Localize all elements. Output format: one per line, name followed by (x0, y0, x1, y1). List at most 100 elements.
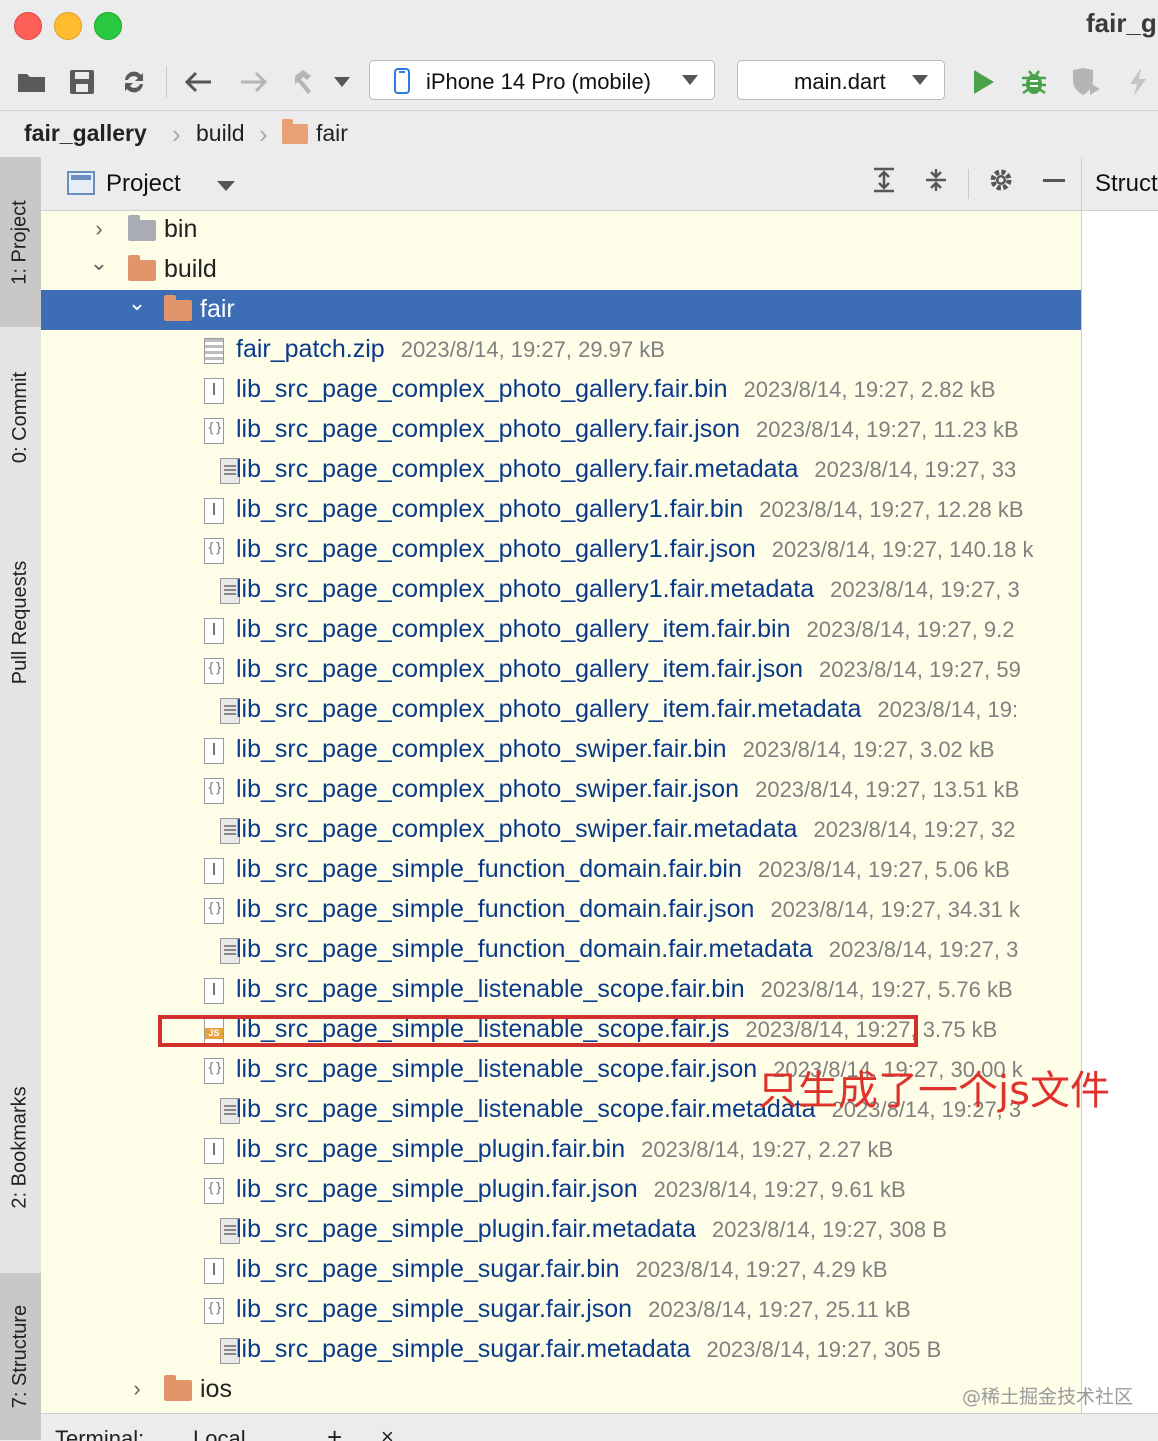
tree-file-row[interactable]: lib_src_page_simple_function_domain.fair… (41, 930, 1081, 970)
tree-item-meta: 2023/8/14, 19:27, 5.76 kB (760, 977, 1013, 1002)
breadcrumb: fair_gallery › build › fair (0, 111, 1158, 158)
profile-icon[interactable] (1070, 66, 1102, 98)
zoom-window-button[interactable] (94, 12, 122, 40)
chevron-down-icon[interactable]: ⌄ (127, 290, 147, 316)
tree-item-label: lib_src_page_complex_photo_gallery1.fair… (236, 575, 1020, 604)
tree-file-row[interactable]: lib_src_page_simple_listenable_scope.fai… (41, 970, 1081, 1010)
tree-folder-row[interactable]: › ios (41, 1370, 1081, 1410)
tree-item-meta: 2023/8/14, 19:27, 305 B (706, 1337, 942, 1362)
run-config-selector[interactable]: main.dart (737, 60, 945, 100)
tree-item-label: lib_src_page_simple_listenable_scope.fai… (236, 975, 1013, 1004)
bottom-tool-bar: Terminal: Local + × (41, 1413, 1158, 1441)
tree-file-row[interactable]: lib_src_page_simple_sugar.fair.metadata 2… (41, 1330, 1081, 1370)
bin-file-icon (204, 858, 224, 884)
tree-item-meta: 2023/8/14, 19:27, 4.29 kB (635, 1257, 888, 1282)
chevron-down-icon[interactable]: ⌄ (89, 250, 109, 276)
tree-folder-row[interactable]: › bin (41, 210, 1081, 250)
tree-file-row[interactable]: lib_src_page_complex_photo_swiper.fair.j… (41, 770, 1081, 810)
tree-file-row[interactable]: lib_src_page_complex_photo_swiper.fair.b… (41, 730, 1081, 770)
tree-item-meta: 2023/8/14, 19:27, 308 B (712, 1217, 947, 1242)
structure-panel-title[interactable]: Struct (1095, 170, 1158, 198)
tree-file-row[interactable]: lib_src_page_complex_photo_gallery_item.… (41, 650, 1081, 690)
add-tab-icon[interactable]: + (327, 1422, 342, 1441)
close-icon[interactable]: × (381, 1424, 394, 1441)
chevron-right-icon[interactable]: › (89, 216, 109, 242)
tree-item-name: lib_src_page_complex_photo_gallery_item.… (236, 655, 804, 683)
zip-file-icon (204, 338, 224, 364)
hammer-build-icon[interactable] (290, 66, 322, 98)
tree-item-label: bin (164, 215, 197, 244)
tree-item-name: lib_src_page_complex_photo_gallery_item.… (236, 615, 791, 643)
folder-icon (164, 295, 192, 321)
tree-item-name: lib_src_page_simple_plugin.fair.bin (236, 1135, 626, 1163)
tool-tab-project[interactable]: 1: Project (0, 157, 41, 327)
tree-file-row[interactable]: lib_src_page_complex_photo_swiper.fair.m… (41, 810, 1081, 850)
sync-icon[interactable] (118, 66, 150, 98)
tool-tab-structure[interactable]: 7: Structure (0, 1273, 41, 1440)
chevron-right-icon[interactable]: › (127, 1376, 147, 1402)
tree-file-row[interactable]: lib_src_page_simple_sugar.fair.bin 2023/8… (41, 1250, 1081, 1290)
tree-item-name: fair_patch.zip (236, 335, 385, 363)
forward-arrow-icon[interactable] (237, 66, 269, 98)
device-selector[interactable]: iPhone 14 Pro (mobile) (369, 60, 715, 100)
tree-item-name: lib_src_page_complex_photo_gallery1.fair… (236, 575, 815, 603)
back-arrow-icon[interactable] (183, 66, 215, 98)
tool-tab-project-label: 1: Project (9, 199, 32, 285)
tree-file-row[interactable]: lib_src_page_complex_photo_gallery.fair.… (41, 370, 1081, 410)
tree-file-row[interactable]: fair_patch.zip 2023/8/14, 19:27, 29.97 kB (41, 330, 1081, 370)
tree-item-name: lib_src_page_complex_photo_gallery.fair.… (236, 415, 741, 443)
tree-folder-row[interactable]: ⌄ fair (41, 290, 1081, 330)
tree-file-row[interactable]: lib_src_page_simple_plugin.fair.bin 2023/… (41, 1130, 1081, 1170)
hot-reload-icon[interactable] (1122, 66, 1154, 98)
run-icon[interactable] (967, 66, 999, 98)
tree-item-label: lib_src_page_complex_photo_gallery1.fair… (236, 535, 1034, 564)
tree-file-row[interactable]: lib_src_page_complex_photo_gallery.fair.… (41, 450, 1081, 490)
expand-all-icon[interactable] (869, 167, 899, 200)
tree-item-meta: 2023/8/14, 19:27, 11.23 kB (756, 417, 1019, 442)
debug-icon[interactable] (1018, 66, 1050, 98)
tool-tab-pull-requests[interactable]: Pull Requests (0, 527, 41, 717)
chevron-down-icon[interactable] (217, 181, 235, 191)
minimize-window-button[interactable] (54, 12, 82, 40)
collapse-all-icon[interactable] (921, 167, 951, 200)
hide-panel-icon[interactable] (1039, 167, 1069, 200)
tree-item-label: lib_src_page_complex_photo_gallery.fair.… (236, 455, 1016, 484)
project-panel-title[interactable]: Project (106, 170, 181, 198)
main-toolbar: iPhone 14 Pro (mobile) main.dart (0, 52, 1158, 111)
tree-file-row[interactable]: lib_src_page_complex_photo_gallery1.fair… (41, 570, 1081, 610)
tree-file-row[interactable]: lib_src_page_complex_photo_gallery.fair.… (41, 410, 1081, 450)
chevron-down-icon[interactable] (326, 66, 358, 98)
tree-file-row[interactable]: lib_src_page_simple_sugar.fair.json 2023/… (41, 1290, 1081, 1330)
tree-file-row[interactable]: lib_src_page_complex_photo_gallery1.fair… (41, 490, 1081, 530)
tree-item-meta: 2023/8/14, 19:27, 12.28 kB (759, 497, 1024, 522)
tree-file-row[interactable]: lib_src_page_simple_function_domain.fair… (41, 890, 1081, 930)
run-config-label: main.dart (794, 69, 886, 94)
save-icon[interactable] (66, 66, 98, 98)
terminal-tab-label[interactable]: Terminal: (55, 1426, 144, 1441)
breadcrumb-item-fair[interactable]: fair (316, 120, 348, 147)
tree-file-row[interactable]: lib_src_page_complex_photo_gallery_item.… (41, 610, 1081, 650)
tree-file-row[interactable]: lib_src_page_complex_photo_gallery1.fair… (41, 530, 1081, 570)
breadcrumb-item-build[interactable]: build (196, 120, 245, 147)
tree-item-label: lib_src_page_simple_function_domain.fair… (236, 935, 1018, 964)
breadcrumb-item-project[interactable]: fair_gallery (24, 120, 147, 147)
tree-file-row[interactable]: lib_src_page_simple_plugin.fair.json 2023… (41, 1170, 1081, 1210)
tree-folder-row[interactable]: ⌄ build (41, 250, 1081, 290)
tool-tab-commit-label: 0: Commit (9, 371, 31, 463)
tree-file-row[interactable]: lib_src_page_simple_plugin.fair.metadata… (41, 1210, 1081, 1250)
highlight-box (158, 1015, 918, 1047)
tree-item-meta: 2023/8/14, 19:27, 3 (828, 937, 1019, 962)
local-tab-label[interactable]: Local (193, 1426, 246, 1441)
tool-tab-bookmarks[interactable]: 2: Bookmarks (0, 1057, 41, 1237)
tree-file-row[interactable]: lib_src_page_simple_function_domain.fair… (41, 850, 1081, 890)
tree-item-name: lib_src_page_complex_photo_gallery1.fair… (236, 495, 744, 523)
open-folder-icon[interactable] (16, 66, 48, 98)
tree-item-label: lib_src_page_complex_photo_gallery_item.… (236, 695, 1018, 724)
gear-icon[interactable] (986, 167, 1016, 200)
close-window-button[interactable] (14, 12, 42, 40)
tree-item-name: fair (200, 295, 235, 323)
json-file-icon (204, 1058, 224, 1084)
chevron-right-icon: › (259, 119, 268, 149)
tool-tab-commit[interactable]: 0: Commit (0, 337, 41, 497)
tree-file-row[interactable]: lib_src_page_complex_photo_gallery_item.… (41, 690, 1081, 730)
